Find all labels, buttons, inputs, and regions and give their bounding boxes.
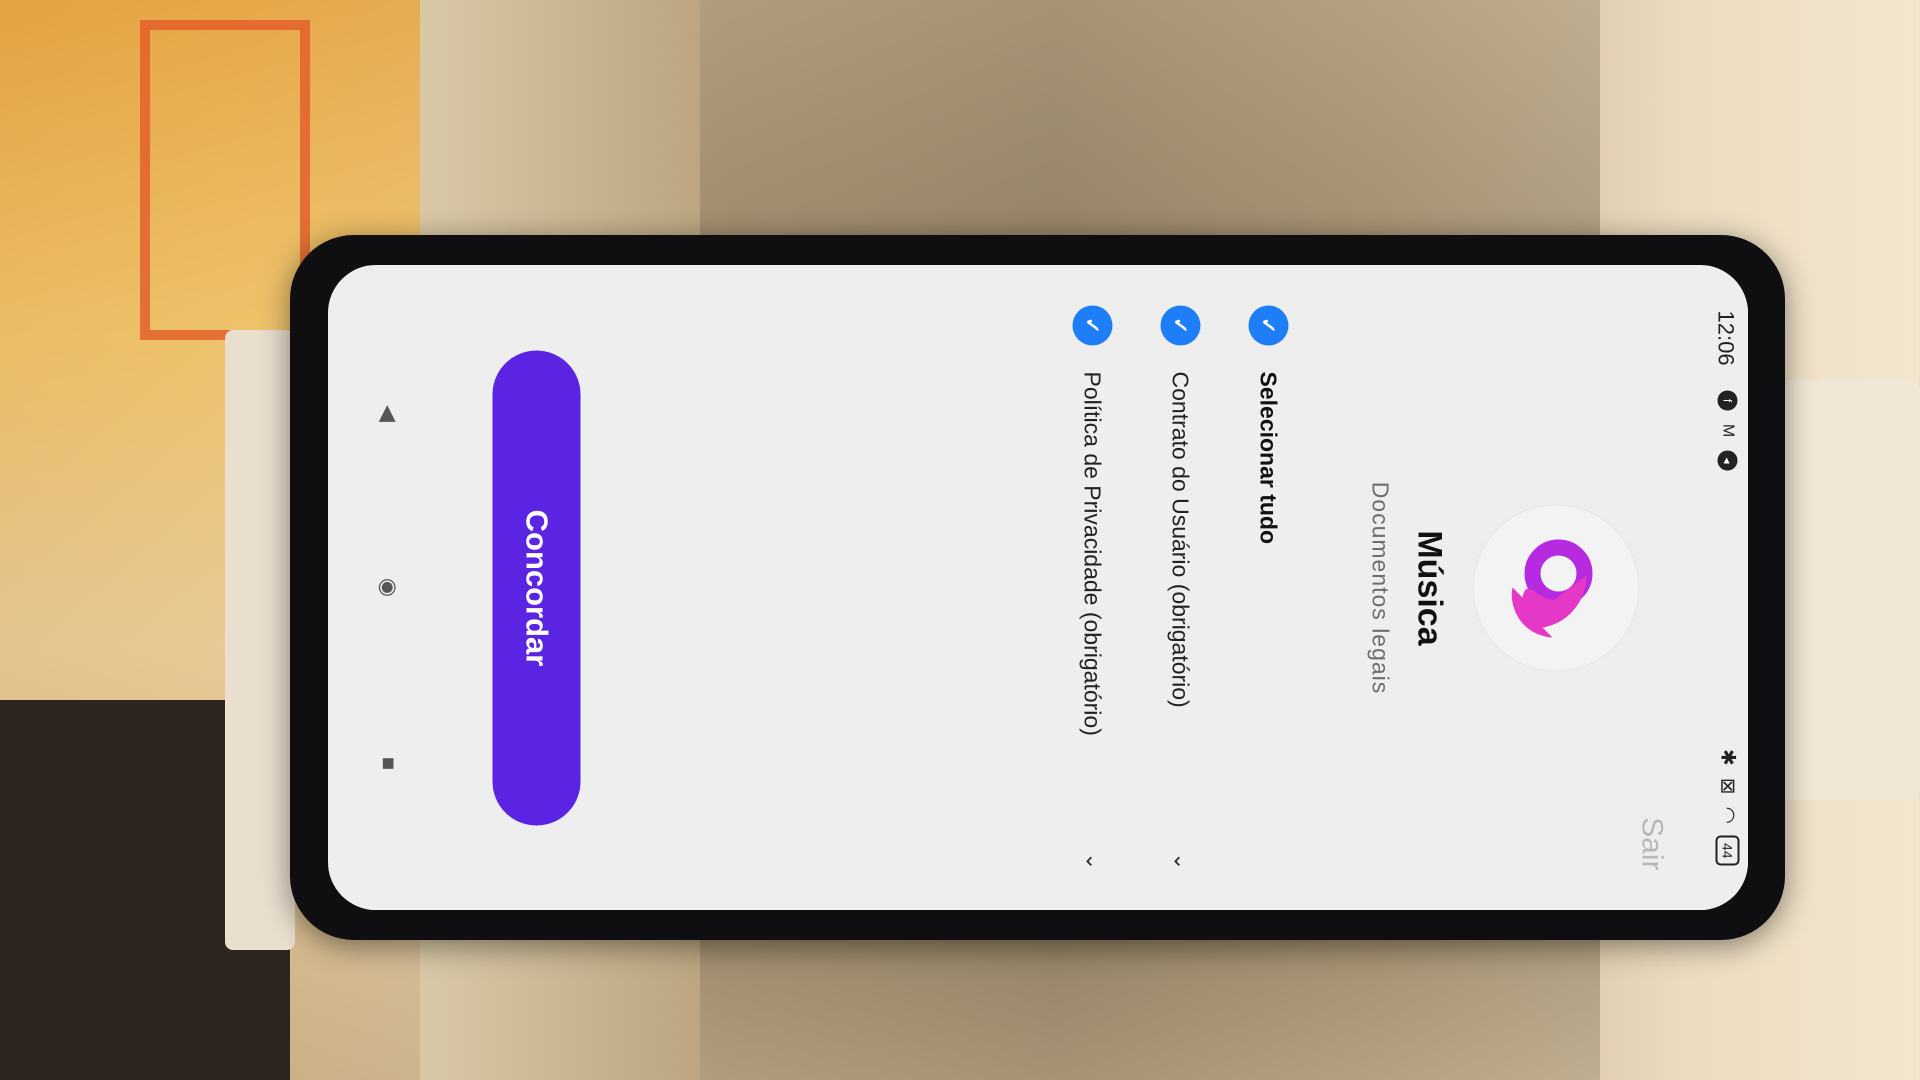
facebook-icon: f bbox=[1717, 390, 1737, 410]
gmail-icon: M bbox=[1719, 423, 1736, 437]
phone-screen: 12:06 f M ◂ ✱ ⊠ ◠ 44 Sair Música Documen… bbox=[328, 265, 1748, 910]
background-red-box bbox=[140, 20, 310, 340]
privacy-policy-checkbox[interactable]: ✓ bbox=[1072, 305, 1112, 345]
select-all-row[interactable]: ✓ Selecionar tudo bbox=[1243, 305, 1293, 870]
status-bar: 12:06 f M ◂ ✱ ⊠ ◠ 44 bbox=[1708, 265, 1748, 910]
music-app-logo bbox=[1473, 505, 1638, 670]
privacy-policy-label: Política de Privacidade (obrigatório) bbox=[1079, 371, 1106, 736]
phone-holder-left bbox=[225, 330, 295, 950]
privacy-policy-row[interactable]: ✓ Política de Privacidade (obrigatório) … bbox=[1067, 305, 1117, 870]
background-window-bottom bbox=[700, 930, 1600, 1080]
user-agreement-checkbox[interactable]: ✓ bbox=[1160, 305, 1200, 345]
user-agreement-label: Contrato do Usuário (obrigatório) bbox=[1167, 371, 1194, 708]
navigation-bar: ◀ ◉ ■ bbox=[353, 265, 413, 910]
user-agreement-row[interactable]: ✓ Contrato do Usuário (obrigatório) ⌄ bbox=[1155, 305, 1205, 870]
phone-holder-right bbox=[1780, 380, 1920, 800]
bluetooth-icon: ✱ bbox=[1716, 748, 1738, 766]
wifi-icon: ◠ bbox=[1716, 805, 1738, 824]
phone-device: 12:06 f M ◂ ✱ ⊠ ◠ 44 Sair Música Documen… bbox=[290, 235, 1785, 940]
recents-square-icon[interactable]: ■ bbox=[375, 743, 401, 783]
legal-documents-screen: 12:06 f M ◂ ✱ ⊠ ◠ 44 Sair Música Documen… bbox=[328, 265, 1748, 910]
select-all-label: Selecionar tudo bbox=[1255, 371, 1282, 544]
home-circle-icon[interactable]: ◉ bbox=[375, 567, 401, 607]
select-all-checkbox[interactable]: ✓ bbox=[1248, 305, 1288, 345]
agree-button[interactable]: Concordar bbox=[492, 350, 580, 825]
status-time: 12:06 bbox=[1713, 310, 1738, 366]
no-sim-icon: ⊠ bbox=[1716, 777, 1738, 794]
app-subtitle: Documentos legais bbox=[1367, 481, 1393, 694]
app-title: Música bbox=[1410, 529, 1448, 646]
chevron-down-icon[interactable]: ⌄ bbox=[1080, 852, 1106, 870]
music-logo-icon bbox=[1511, 539, 1592, 637]
status-right-icons: ✱ ⊠ ◠ 44 bbox=[1715, 748, 1740, 865]
background-window-top bbox=[700, 0, 1600, 260]
battery-indicator: 44 bbox=[1715, 835, 1740, 865]
chevron-down-icon[interactable]: ⌄ bbox=[1168, 852, 1194, 870]
messenger-icon: ◂ bbox=[1717, 450, 1737, 470]
back-triangle-icon[interactable]: ◀ bbox=[375, 393, 401, 433]
exit-button[interactable]: Sair bbox=[1634, 817, 1668, 870]
